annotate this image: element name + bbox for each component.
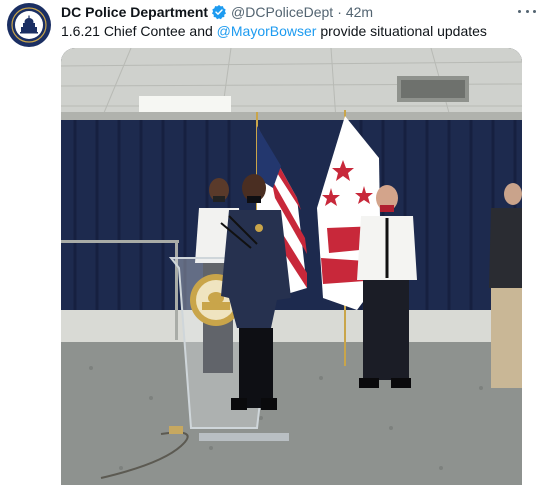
video-thumbnail[interactable] — [61, 48, 522, 485]
separator-dot: · — [337, 4, 342, 20]
tweet[interactable]: DC Police Department @DCPoliceDept · 42m… — [0, 0, 554, 485]
avatar[interactable] — [7, 3, 51, 47]
tweet-header: DC Police Department @DCPoliceDept · 42m — [61, 3, 373, 21]
tweet-text-end: provide situational updates — [316, 23, 487, 39]
mention-link[interactable]: @MayorBowser — [217, 23, 317, 39]
verified-badge-icon — [211, 4, 227, 20]
tweet-text: 1.6.21 Chief Contee and @MayorBowser pro… — [61, 22, 487, 40]
dc-police-seal-icon — [8, 4, 50, 46]
tweet-text-start: 1.6.21 Chief Contee and — [61, 23, 217, 39]
press-conference-scene — [61, 48, 522, 485]
timestamp[interactable]: 42m — [346, 3, 373, 21]
handle[interactable]: @DCPoliceDept — [231, 3, 333, 21]
more-options-icon[interactable] — [518, 4, 536, 18]
display-name[interactable]: DC Police Department — [61, 3, 208, 21]
